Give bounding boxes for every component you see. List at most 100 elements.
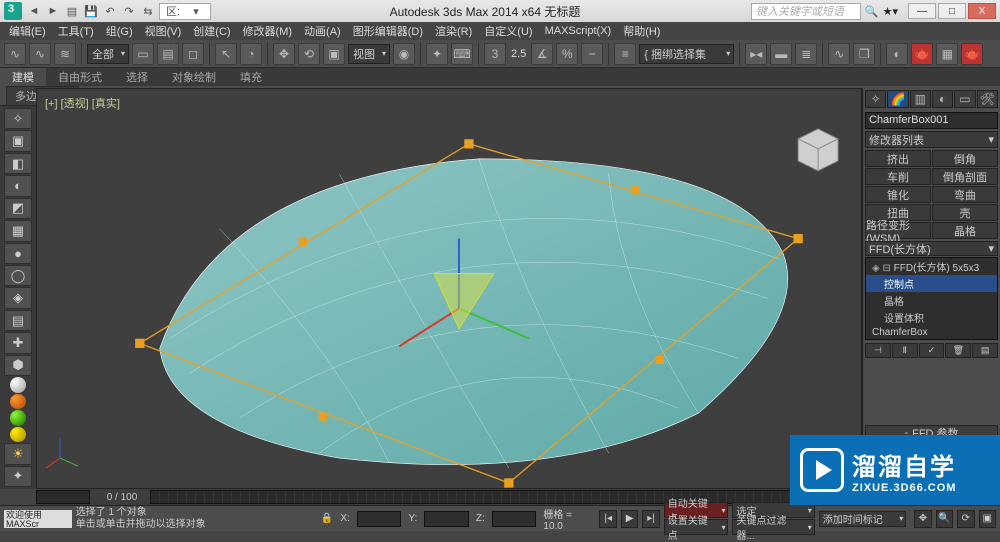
pcsnap-icon[interactable]: %: [556, 43, 578, 65]
mod-pathdeform[interactable]: 路径变形 (WSM): [865, 222, 931, 239]
pin-icon[interactable]: ⊣: [865, 343, 891, 358]
object-name-input[interactable]: ChamferBox001: [865, 112, 998, 129]
bind-icon[interactable]: ≋: [54, 43, 76, 65]
move-icon[interactable]: ✥: [273, 43, 295, 65]
menu-edit[interactable]: 编辑(E): [4, 23, 51, 39]
menu-maxscript[interactable]: MAXScript(X): [540, 25, 617, 37]
material-icon[interactable]: ◐: [886, 43, 908, 65]
align-icon[interactable]: ▬: [770, 43, 792, 65]
panel-create-icon[interactable]: ✧: [865, 90, 886, 108]
shape-icon[interactable]: ◯: [4, 265, 32, 286]
infocenter-icon[interactable]: 🔍: [865, 5, 879, 18]
nav-orbit-icon[interactable]: ⟳: [957, 510, 974, 528]
pivot-icon[interactable]: ◉: [393, 43, 415, 65]
sun-icon[interactable]: ☀: [4, 443, 32, 464]
remove-icon[interactable]: 🗑: [945, 343, 971, 358]
selection-filter-dropdown[interactable]: 全部: [87, 44, 129, 64]
qat-save-icon[interactable]: 💾: [83, 3, 99, 19]
hiertab-icon[interactable]: ◧: [4, 153, 32, 174]
tab-selection[interactable]: 选择: [114, 68, 160, 86]
play-icon[interactable]: ▶: [621, 510, 638, 528]
rotate-icon[interactable]: ⟲: [298, 43, 320, 65]
snap-icon[interactable]: 3: [484, 43, 506, 65]
nav-zoom-icon[interactable]: 🔍: [936, 510, 953, 528]
setkey-button[interactable]: 设置关键点: [664, 519, 729, 535]
keyboard-icon[interactable]: ⌨: [451, 43, 473, 65]
utiltab-icon[interactable]: ▦: [4, 220, 32, 241]
menu-view[interactable]: 视图(V): [140, 23, 187, 39]
qat-link-icon[interactable]: ⇆: [140, 3, 156, 19]
qat-redo-icon[interactable]: ↷: [121, 3, 137, 19]
createtab-icon[interactable]: ✧: [4, 108, 32, 129]
selbyname-icon[interactable]: ▤: [157, 43, 179, 65]
stack-lattice[interactable]: 晶格: [866, 292, 997, 309]
panel-display-icon[interactable]: ▭: [954, 90, 975, 108]
menu-customize[interactable]: 自定义(U): [479, 23, 537, 39]
stack-setvolume[interactable]: 设置体积: [866, 309, 997, 326]
showend-icon[interactable]: Ⅱ: [892, 343, 918, 358]
link-icon[interactable]: ∿: [4, 43, 26, 65]
nav-pan-icon[interactable]: ✥: [914, 510, 931, 528]
modifytab-icon[interactable]: ▣: [4, 130, 32, 151]
panel-hierarchy-icon[interactable]: ▥: [910, 90, 931, 108]
mod-bevelprof[interactable]: 倒角剖面: [932, 168, 998, 185]
window-min-button[interactable]: —: [908, 3, 936, 19]
editset-icon[interactable]: ≡: [614, 43, 636, 65]
qat-undo-icon[interactable]: ↶: [102, 3, 118, 19]
tab-modeling[interactable]: 建模: [0, 68, 46, 86]
window-close-button[interactable]: X: [968, 3, 996, 19]
mod-taper[interactable]: 锥化: [865, 186, 931, 203]
curveed-icon[interactable]: ∿: [828, 43, 850, 65]
named-selset-dropdown[interactable]: { 捆绑选择集: [639, 44, 734, 64]
mod-bend[interactable]: 弯曲: [932, 186, 998, 203]
light-icon[interactable]: ◈: [4, 287, 32, 308]
time-thumb[interactable]: [36, 490, 90, 504]
matball-yellow-icon[interactable]: [10, 427, 26, 443]
workspace-dropdown[interactable]: 工作区: 默认 ▾: [159, 3, 211, 20]
qat-fwd-icon[interactable]: ►: [45, 3, 61, 19]
menu-render[interactable]: 渲染(R): [430, 23, 477, 39]
qat-open-icon[interactable]: ▤: [64, 3, 80, 19]
stack-chamferbox[interactable]: ChamferBox: [866, 326, 997, 339]
displaytab-icon[interactable]: ◩: [4, 198, 32, 219]
viewport-perspective[interactable]: [+] [透视] [真实]: [36, 88, 862, 489]
selrect-icon[interactable]: ◻: [182, 43, 204, 65]
panel-utility-icon[interactable]: 🛠: [977, 90, 998, 108]
ffd-section-button[interactable]: FFD(长方体)▾: [865, 241, 998, 256]
window-max-button[interactable]: □: [938, 3, 966, 19]
mod-bevel[interactable]: 倒角: [932, 150, 998, 167]
z-spinner[interactable]: [492, 511, 537, 527]
viewcube-icon[interactable]: [798, 129, 838, 171]
mod-lathe[interactable]: 车削: [865, 168, 931, 185]
lock-icon[interactable]: 🔒: [321, 513, 333, 524]
tab-populate[interactable]: 填充: [228, 68, 274, 86]
hlp-icon[interactable]: ✚: [4, 332, 32, 353]
scale-icon[interactable]: ▣: [323, 43, 345, 65]
tab-freeform[interactable]: 自由形式: [46, 68, 114, 86]
menu-modifier[interactable]: 修改器(M): [238, 23, 298, 39]
makeuniq-icon[interactable]: ✓: [919, 343, 945, 358]
menu-anim[interactable]: 动画(A): [299, 23, 346, 39]
keyfilter-button[interactable]: 关键点过滤器...: [732, 519, 814, 535]
matball-white-icon[interactable]: [10, 377, 26, 393]
stack-ffd[interactable]: ◈ ⊟ FFD(长方体) 5x5x3: [866, 258, 997, 275]
qat-back-icon[interactable]: ◄: [26, 3, 42, 19]
script-listener[interactable]: 欢迎使用 MAXScr: [4, 510, 72, 528]
anglesnap-icon[interactable]: ∡: [531, 43, 553, 65]
help-search-input[interactable]: 键入关键字或短语: [751, 3, 861, 20]
matball-orange-icon[interactable]: [10, 394, 26, 410]
y-spinner[interactable]: [424, 511, 469, 527]
menu-help[interactable]: 帮助(H): [618, 23, 665, 39]
unlink-icon[interactable]: ∿: [29, 43, 51, 65]
mirror-icon[interactable]: ▸◂: [745, 43, 767, 65]
menu-group[interactable]: 组(G): [101, 23, 138, 39]
stack-controlpoints[interactable]: 控制点: [866, 275, 997, 292]
config-icon[interactable]: ▤: [972, 343, 998, 358]
sys-icon[interactable]: ⬢: [4, 355, 32, 376]
renderframe-icon[interactable]: ▦: [936, 43, 958, 65]
prevkey-icon[interactable]: |◂: [599, 510, 616, 528]
nav-max-icon[interactable]: ▣: [979, 510, 996, 528]
tab-objectpaint[interactable]: 对象绘制: [160, 68, 228, 86]
cam-icon[interactable]: ▤: [4, 310, 32, 331]
menu-create[interactable]: 创建(C): [188, 23, 235, 39]
